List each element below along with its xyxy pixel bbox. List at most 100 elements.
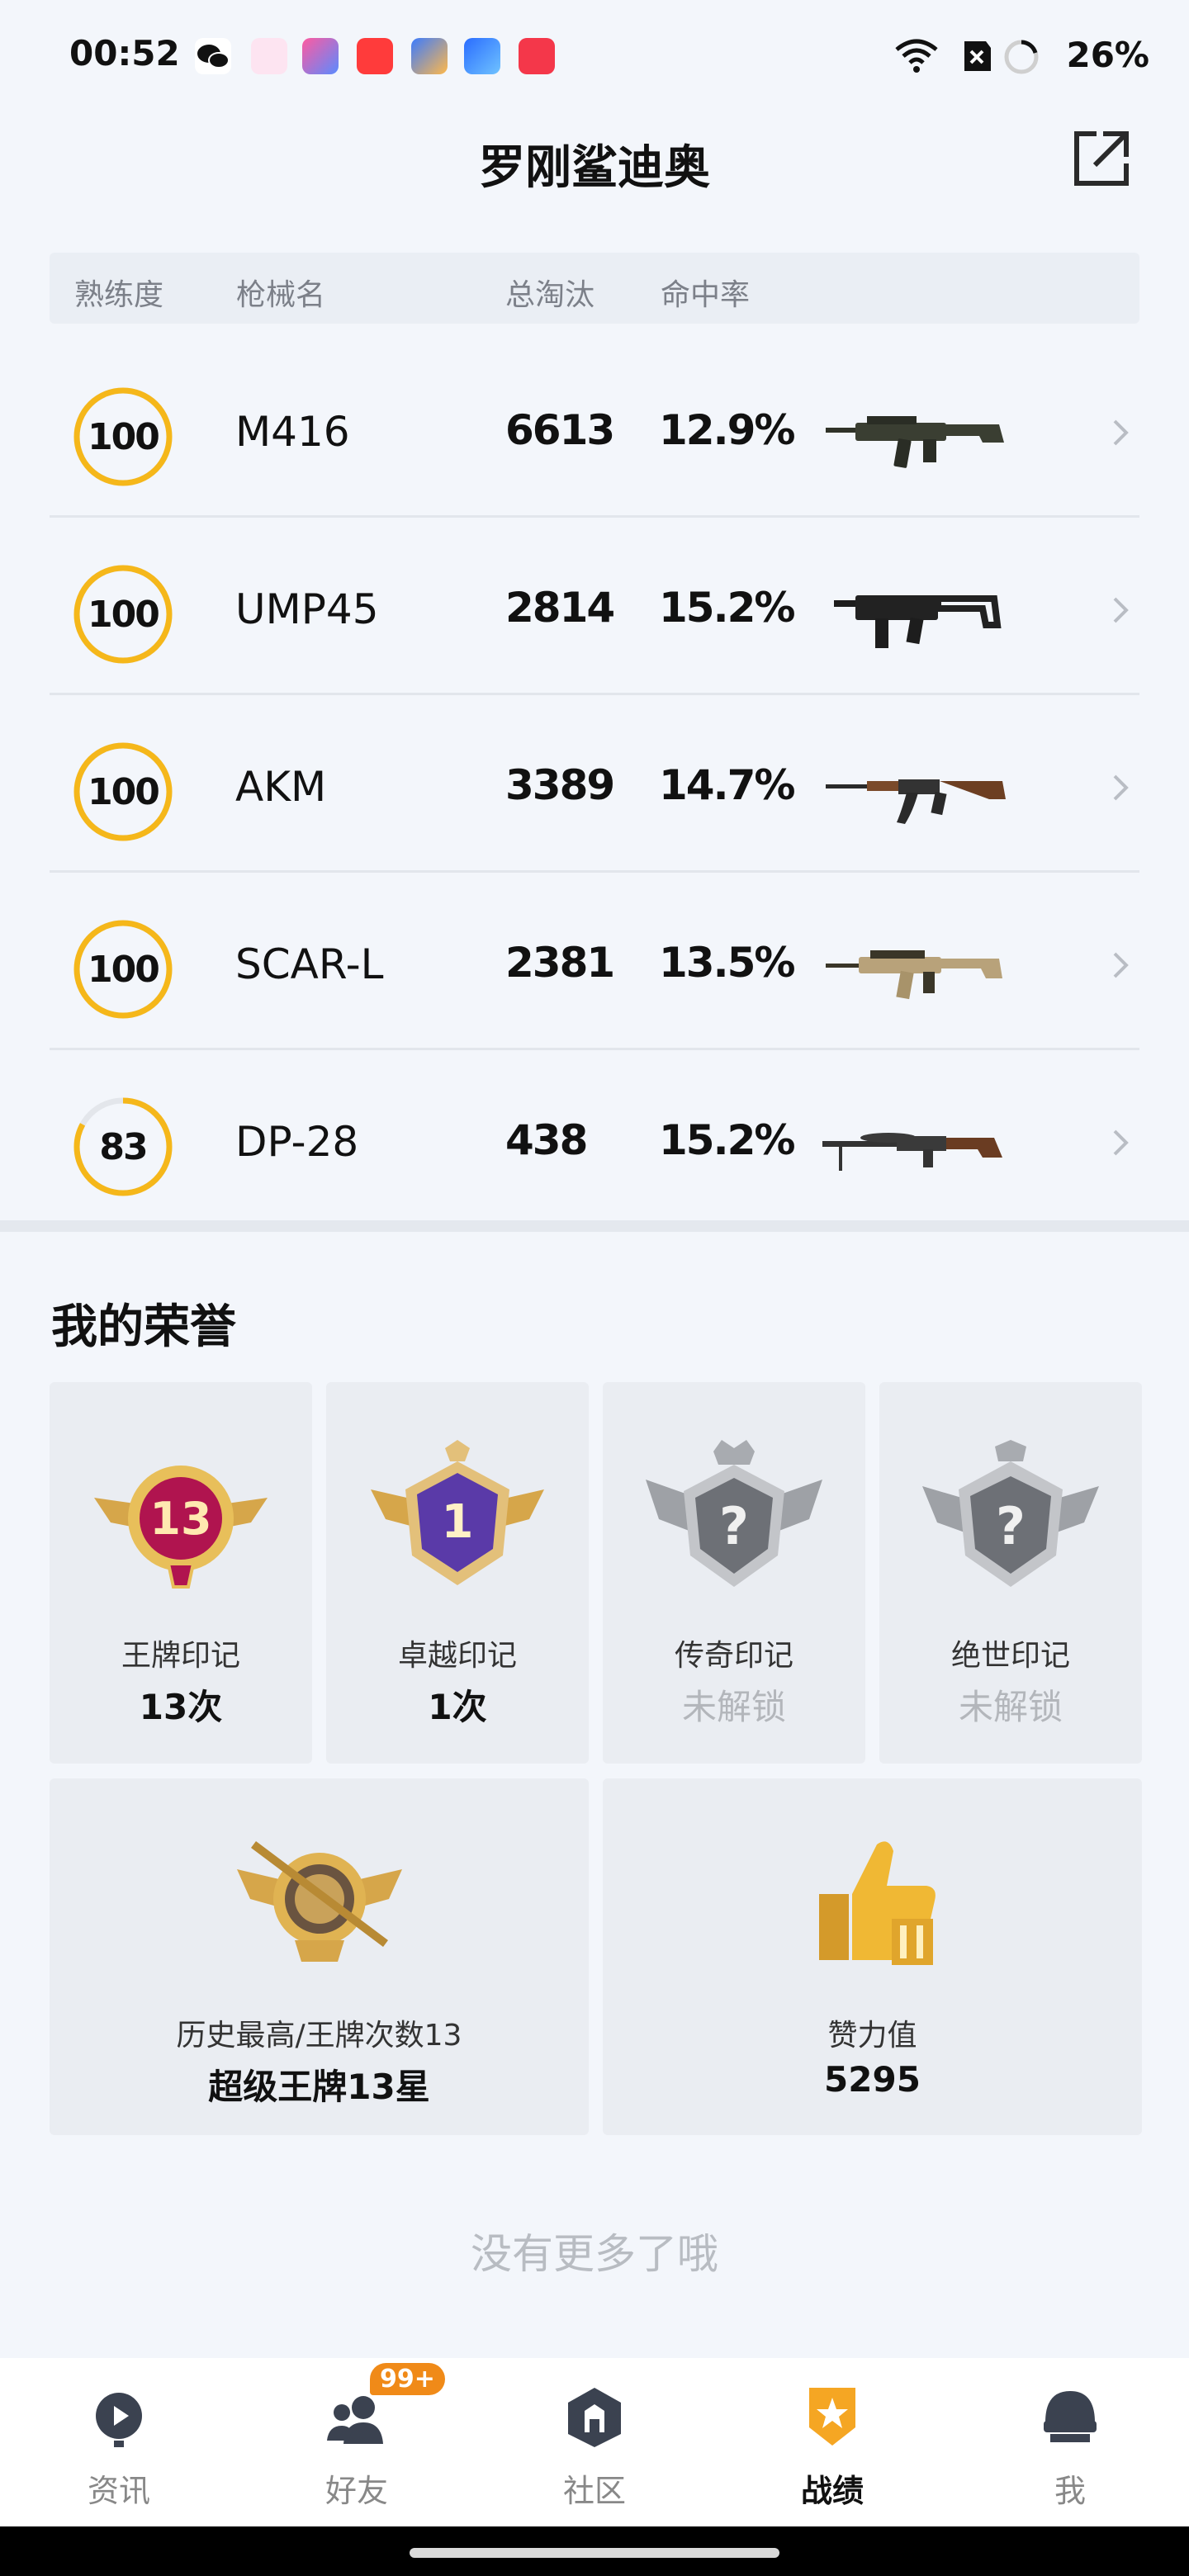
svg-text:1: 1 <box>442 1495 474 1549</box>
honor-card-legend-mark[interactable]: ? 传奇印记 未解锁 <box>603 1382 865 1764</box>
weapon-kills: 2814 <box>505 584 615 632</box>
column-accuracy: 命中率 <box>661 278 751 312</box>
thumbs-up-trophy-icon <box>818 1841 936 1965</box>
likes-value: 5295 <box>824 2059 921 2100</box>
weapon-table-header: 熟练度 枪械名 总淘汰 命中率 <box>50 253 1139 324</box>
nav-tab-me[interactable]: 我 <box>951 2358 1189 2526</box>
records-icon <box>809 2388 855 2446</box>
weapon-accuracy: 15.2% <box>659 1116 795 1164</box>
app-icon-1 <box>251 38 287 74</box>
legend-mark-locked-icon: ? <box>646 1440 822 1587</box>
section-divider <box>0 1220 1189 1232</box>
weapon-kills: 3389 <box>505 761 615 809</box>
honor-card-label: 卓越印记 <box>397 1639 517 1673</box>
honor-card-likes[interactable]: 赞力值 5295 <box>603 1778 1142 2135</box>
weapon-row-dp-28[interactable]: 83 DP-28 438 15.2% <box>50 1050 1139 1225</box>
honors-section-title: 我的荣誉 <box>51 1300 236 1354</box>
honor-card-peerless-mark[interactable]: ? 绝世印记 未解锁 <box>879 1382 1142 1764</box>
honor-card-highest-tier[interactable]: 历史最高/王牌次数13 超级王牌13星 <box>50 1778 589 2135</box>
weapon-name: SCAR-L <box>235 940 384 988</box>
weapon-kills: 438 <box>505 1116 588 1164</box>
chevron-right-icon <box>1113 952 1129 978</box>
honor-card-excellence-mark[interactable]: 1 卓越印记 1次 <box>326 1382 589 1764</box>
battery-icon <box>1004 40 1039 74</box>
honor-card-label: 绝世印记 <box>950 1639 1070 1673</box>
honor-card-value: 1次 <box>428 1687 487 1727</box>
nav-label: 社区 <box>562 2473 626 2509</box>
honor-card-value: 13次 <box>139 1687 223 1727</box>
weapon-accuracy: 14.7% <box>659 761 795 809</box>
honor-card-value: 未解锁 <box>958 1687 1063 1727</box>
chevron-right-icon <box>1113 597 1129 623</box>
ace-mark-badge-icon: 13 <box>94 1466 268 1589</box>
ump45-smg-image <box>834 595 1002 648</box>
weapon-accuracy: 15.2% <box>659 584 795 632</box>
weapon-row-ump45[interactable]: 100 UMP45 2814 15.2% <box>50 518 1139 695</box>
weapon-name: DP-28 <box>235 1118 359 1166</box>
nav-label: 资讯 <box>87 2473 150 2509</box>
svg-text:?: ? <box>719 1496 749 1556</box>
mastery-value: 100 <box>88 948 160 991</box>
peerless-mark-locked-icon: ? <box>922 1440 1099 1587</box>
game-app-icon <box>411 38 448 74</box>
m416-rifle-image <box>826 416 1004 468</box>
nav-tab-community[interactable]: 社区 <box>476 2358 713 2526</box>
game-app-icon-2 <box>464 38 500 74</box>
news-icon <box>96 2393 142 2447</box>
weapon-accuracy: 12.9% <box>659 406 795 454</box>
weapon-accuracy: 13.5% <box>659 939 795 987</box>
mastery-value: 100 <box>88 593 160 636</box>
wifi-icon <box>895 39 938 73</box>
mastery-value: 83 <box>99 1125 148 1168</box>
nav-label: 战绩 <box>800 2473 864 2509</box>
page-title: 罗刚鲨迪奥 <box>479 141 710 195</box>
weapon-name: M416 <box>235 408 350 456</box>
status-time: 00:52 <box>69 33 180 73</box>
likes-label: 赞力值 <box>827 2019 917 2053</box>
mastery-value: 100 <box>88 770 160 813</box>
no-more-content-text: 没有更多了哦 <box>471 2230 718 2278</box>
bottom-navigation: 资讯 好友 社区 战绩 我 <box>0 2358 1189 2526</box>
weapon-kills: 2381 <box>505 939 615 987</box>
status-bar: 00:52 26% <box>0 0 1189 107</box>
nav-label: 我 <box>1054 2473 1086 2509</box>
nav-label: 好友 <box>324 2473 388 2509</box>
friends-notification-badge: 99+ <box>370 2363 445 2395</box>
highest-tier-badge-icon <box>236 1841 402 1962</box>
chevron-right-icon <box>1113 774 1129 801</box>
column-weapon-name: 枪械名 <box>236 278 326 312</box>
dp-28-lmg-image <box>822 1133 1002 1171</box>
excellence-mark-badge-icon: 1 <box>371 1440 544 1585</box>
column-total-kills: 总淘汰 <box>505 278 595 312</box>
weapon-kills: 6613 <box>505 406 615 454</box>
honor-card-label: 传奇印记 <box>674 1639 793 1673</box>
home-gesture-bar[interactable] <box>410 2548 779 2558</box>
share-icon[interactable] <box>1070 127 1133 190</box>
svg-text:?: ? <box>996 1496 1026 1556</box>
weapon-row-scar-l[interactable]: 100 SCAR-L 2381 13.5% <box>50 873 1139 1050</box>
chevron-right-icon <box>1113 419 1129 446</box>
me-icon <box>1044 2391 1097 2442</box>
highest-tier-value: 超级王牌13星 <box>208 2067 430 2107</box>
weapon-row-akm[interactable]: 100 AKM 3389 14.7% <box>50 695 1139 873</box>
honor-card-value: 未解锁 <box>681 1687 786 1727</box>
weapon-row-m416[interactable]: 100 M416 6613 12.9% <box>50 340 1139 518</box>
nav-tab-records[interactable]: 战绩 <box>713 2358 951 2526</box>
scar-l-rifle-image <box>826 950 1002 1000</box>
battery-percentage: 26% <box>1066 35 1149 75</box>
weapon-name: UMP45 <box>235 585 379 633</box>
weapon-name: AKM <box>235 763 327 811</box>
wechat-icon <box>195 38 231 74</box>
honor-card-ace-mark[interactable]: 13 王牌印记 13次 <box>50 1382 312 1764</box>
column-mastery: 熟练度 <box>74 278 164 312</box>
highest-tier-label: 历史最高/王牌次数13 <box>176 2019 462 2053</box>
community-icon <box>568 2388 621 2447</box>
chevron-right-icon <box>1113 1129 1129 1156</box>
honor-card-label: 王牌印记 <box>121 1639 240 1673</box>
svg-text:13: 13 <box>149 1493 211 1545</box>
nav-tab-news[interactable]: 资讯 <box>0 2358 238 2526</box>
video-app-icon <box>357 38 393 74</box>
akm-rifle-image <box>826 779 1006 824</box>
app-icon-2 <box>302 38 339 74</box>
no-sim-icon <box>964 41 991 71</box>
